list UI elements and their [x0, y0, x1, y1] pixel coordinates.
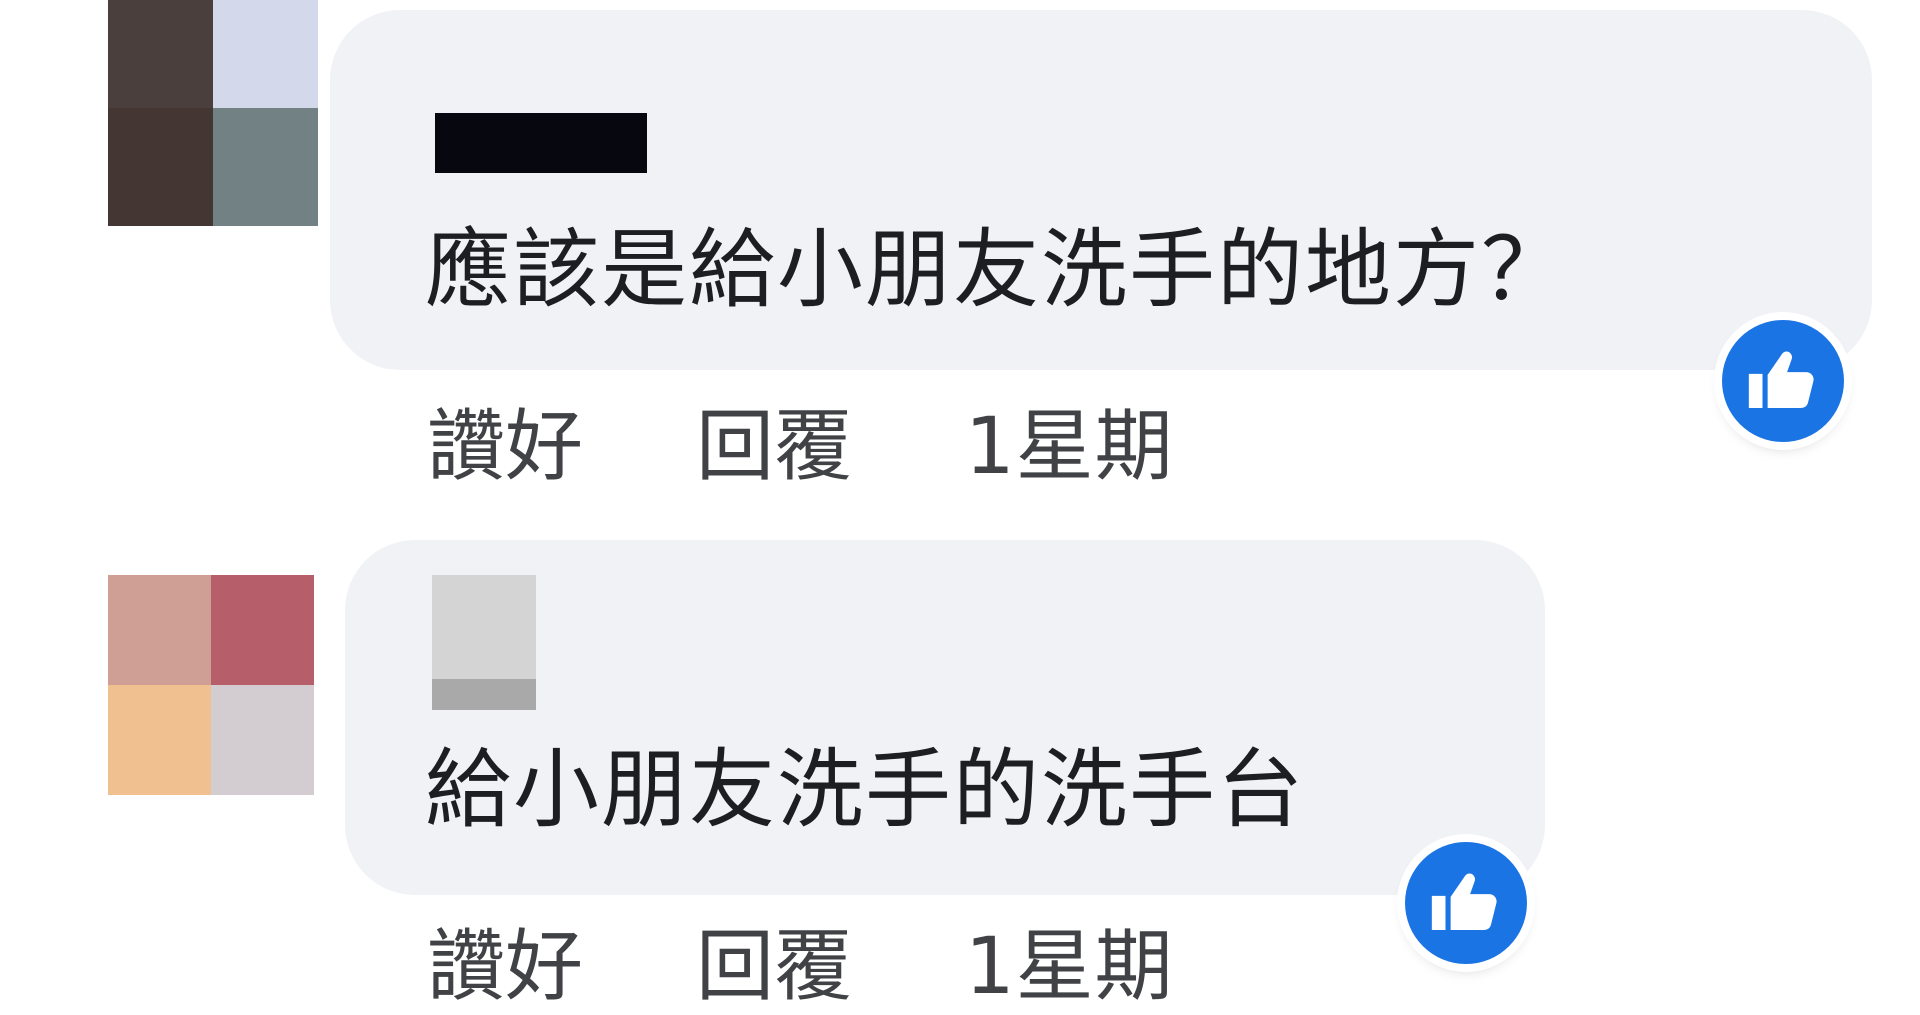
avatar-pixel [213, 0, 318, 108]
avatar-pixel [108, 575, 211, 685]
reply-button[interactable]: 回覆 [696, 904, 852, 1015]
comment-actions: 讚好 回覆 1星期 [427, 390, 1174, 492]
comment-item: 應該是給小朋友洗手的地方？ 讚好 回覆 1星期 [0, 0, 1920, 495]
like-reaction-badge[interactable] [1722, 320, 1844, 442]
avatar-pixel [213, 108, 318, 226]
comment-item: 給小朋友洗手的洗手台 讚好 回覆 1星期 [0, 505, 1920, 1015]
reply-button[interactable]: 回覆 [696, 384, 852, 496]
comments-section: 應該是給小朋友洗手的地方？ 讚好 回覆 1星期 給小朋友洗手的洗手台 讚好 回覆… [0, 0, 1920, 1015]
avatar-pixel [211, 685, 314, 795]
comment-actions: 讚好 回覆 1星期 [427, 910, 1174, 1012]
comment-text: 給小朋友洗手的洗手台 [425, 740, 1305, 840]
avatar-pixel [108, 0, 213, 108]
avatar-pixel [211, 575, 314, 685]
like-button[interactable]: 讚好 [427, 384, 583, 496]
comment-text: 應該是給小朋友洗手的地方？ [425, 220, 1569, 320]
avatar-pixel [108, 108, 213, 226]
like-reaction-badge[interactable] [1405, 842, 1527, 964]
timestamp[interactable]: 1星期 [965, 384, 1174, 496]
like-icon [1748, 351, 1814, 409]
comment-bubble: 應該是給小朋友洗手的地方？ [330, 10, 1872, 370]
avatar[interactable] [108, 575, 314, 795]
avatar-pixel [108, 685, 211, 795]
timestamp[interactable]: 1星期 [965, 904, 1174, 1015]
author-name-redacted[interactable] [432, 575, 536, 710]
avatar[interactable] [108, 0, 318, 226]
comment-bubble: 給小朋友洗手的洗手台 [345, 540, 1545, 895]
like-button[interactable]: 讚好 [427, 904, 583, 1015]
like-icon [1431, 873, 1497, 931]
author-name-redacted[interactable] [435, 113, 647, 173]
